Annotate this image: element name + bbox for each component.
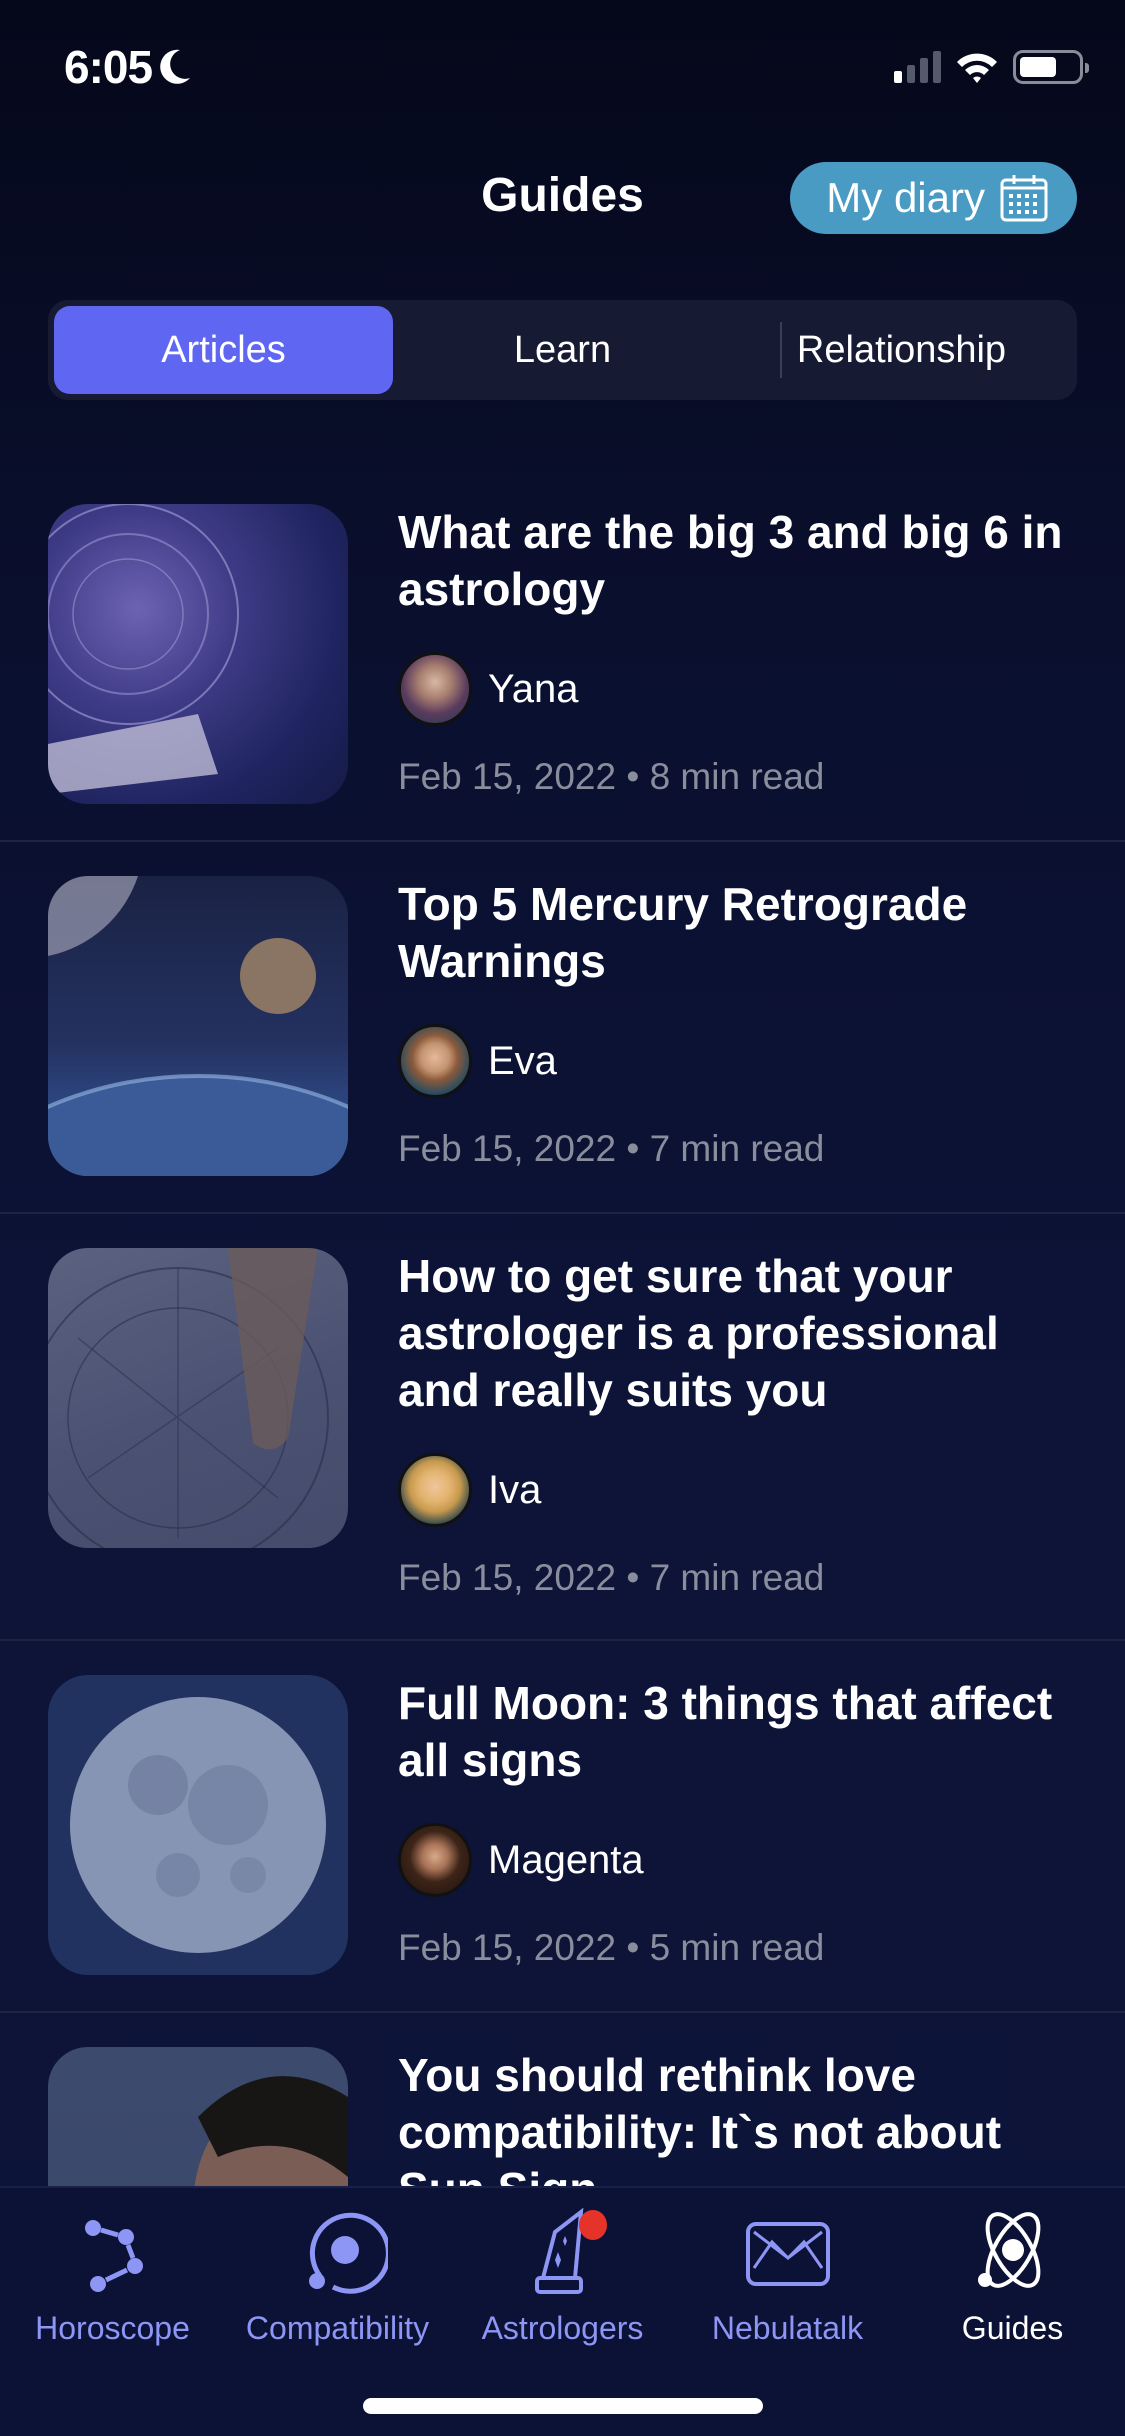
avatar xyxy=(398,1453,472,1527)
tabbar-label: Astrologers xyxy=(481,2310,644,2346)
tab-learn[interactable]: Learn xyxy=(393,306,732,394)
article-author: Eva xyxy=(398,1024,1077,1098)
article-meta: Feb 15, 2022 • 8 min read xyxy=(398,756,825,797)
home-indicator[interactable] xyxy=(363,2398,763,2414)
author-name: Eva xyxy=(488,1038,557,1083)
cellular-signal-icon xyxy=(894,51,941,83)
tabbar-label: Horoscope xyxy=(35,2310,190,2346)
status-time: 6:05 xyxy=(64,40,192,94)
author-name: Iva xyxy=(488,1467,542,1512)
full-moon-image xyxy=(48,1675,348,1975)
article-meta: Feb 15, 2022 • 5 min read xyxy=(398,1927,825,1968)
avatar xyxy=(398,1823,472,1897)
article-item[interactable]: Full Moon: 3 things that affect all sign… xyxy=(0,1641,1125,2013)
tabbar-item-guides[interactable]: Guides xyxy=(900,2208,1125,2347)
my-diary-button[interactable]: My diary xyxy=(790,162,1077,234)
avatar xyxy=(398,1024,472,1098)
tabbar-item-compatibility[interactable]: Compatibility xyxy=(225,2208,450,2347)
avatar xyxy=(398,652,472,726)
article-meta: Feb 15, 2022 • 7 min read xyxy=(398,1128,825,1169)
tab-articles-label: Articles xyxy=(161,328,286,371)
status-bar: 6:05 xyxy=(0,0,1125,140)
notification-badge xyxy=(578,2210,607,2240)
article-title[interactable]: What are the big 3 and big 6 in astrolog… xyxy=(398,504,1077,618)
tabbar-label: Nebulatalk xyxy=(711,2310,864,2346)
tabbar-label: Compatibility xyxy=(245,2310,430,2346)
tab-articles[interactable]: Articles xyxy=(54,306,393,394)
tab-learn-label: Learn xyxy=(513,328,612,371)
envelope-icon xyxy=(738,2208,838,2298)
article-author: Iva xyxy=(398,1453,1077,1527)
article-title[interactable]: Full Moon: 3 things that affect all sign… xyxy=(398,1675,1077,1789)
wizard-hat-icon xyxy=(513,2208,613,2298)
article-title[interactable]: How to get sure that your astrologer is … xyxy=(398,1248,1077,1419)
battery-icon xyxy=(1013,50,1089,84)
article-title[interactable]: You should rethink love compatibility: I… xyxy=(398,2047,1077,2186)
my-diary-label: My diary xyxy=(826,174,985,221)
zodiac-wheel-book-image xyxy=(48,504,348,804)
author-name: Yana xyxy=(488,666,579,711)
article-meta: Feb 15, 2022 • 7 min read xyxy=(398,1557,825,1598)
tab-relationship[interactable]: Relationship xyxy=(732,306,1071,394)
segment-divider xyxy=(780,322,782,378)
articles-list: What are the big 3 and big 6 in astrolog… xyxy=(0,470,1125,2186)
article-item[interactable]: Top 5 Mercury Retrograde Warnings Eva Fe… xyxy=(0,842,1125,1214)
article-item[interactable]: You should rethink love compatibility: I… xyxy=(0,2013,1125,2186)
orbit-icon xyxy=(288,2208,388,2298)
segmented-control: Articles Learn Relationship xyxy=(48,300,1077,400)
wifi-icon xyxy=(957,53,997,83)
calendar-icon xyxy=(1000,175,1048,222)
clock-text: 6:05 xyxy=(64,41,153,93)
tab-relationship-label: Relationship xyxy=(796,328,1007,371)
natal-chart-drawing-image xyxy=(48,1248,348,1548)
status-indicators xyxy=(894,50,1089,84)
tabbar-item-astrologers[interactable]: Astrologers xyxy=(450,2208,675,2347)
article-title[interactable]: Top 5 Mercury Retrograde Warnings xyxy=(398,876,1077,990)
couple-kiss-image xyxy=(48,2047,348,2186)
article-author: Magenta xyxy=(398,1823,1077,1897)
tabbar-item-horoscope[interactable]: Horoscope xyxy=(0,2208,225,2347)
author-name: Magenta xyxy=(488,1837,644,1882)
moon-icon xyxy=(160,49,191,84)
atom-icon xyxy=(963,2208,1063,2298)
article-item[interactable]: What are the big 3 and big 6 in astrolog… xyxy=(0,470,1125,842)
article-item[interactable]: How to get sure that your astrologer is … xyxy=(0,1214,1125,1641)
article-author: Yana xyxy=(398,652,1077,726)
constellation-icon xyxy=(63,2208,163,2298)
tabbar-label: Guides xyxy=(961,2310,1064,2346)
planet-earth-moon-image xyxy=(48,876,348,1176)
tabbar-item-nebulatalk[interactable]: Nebulatalk xyxy=(675,2208,900,2347)
